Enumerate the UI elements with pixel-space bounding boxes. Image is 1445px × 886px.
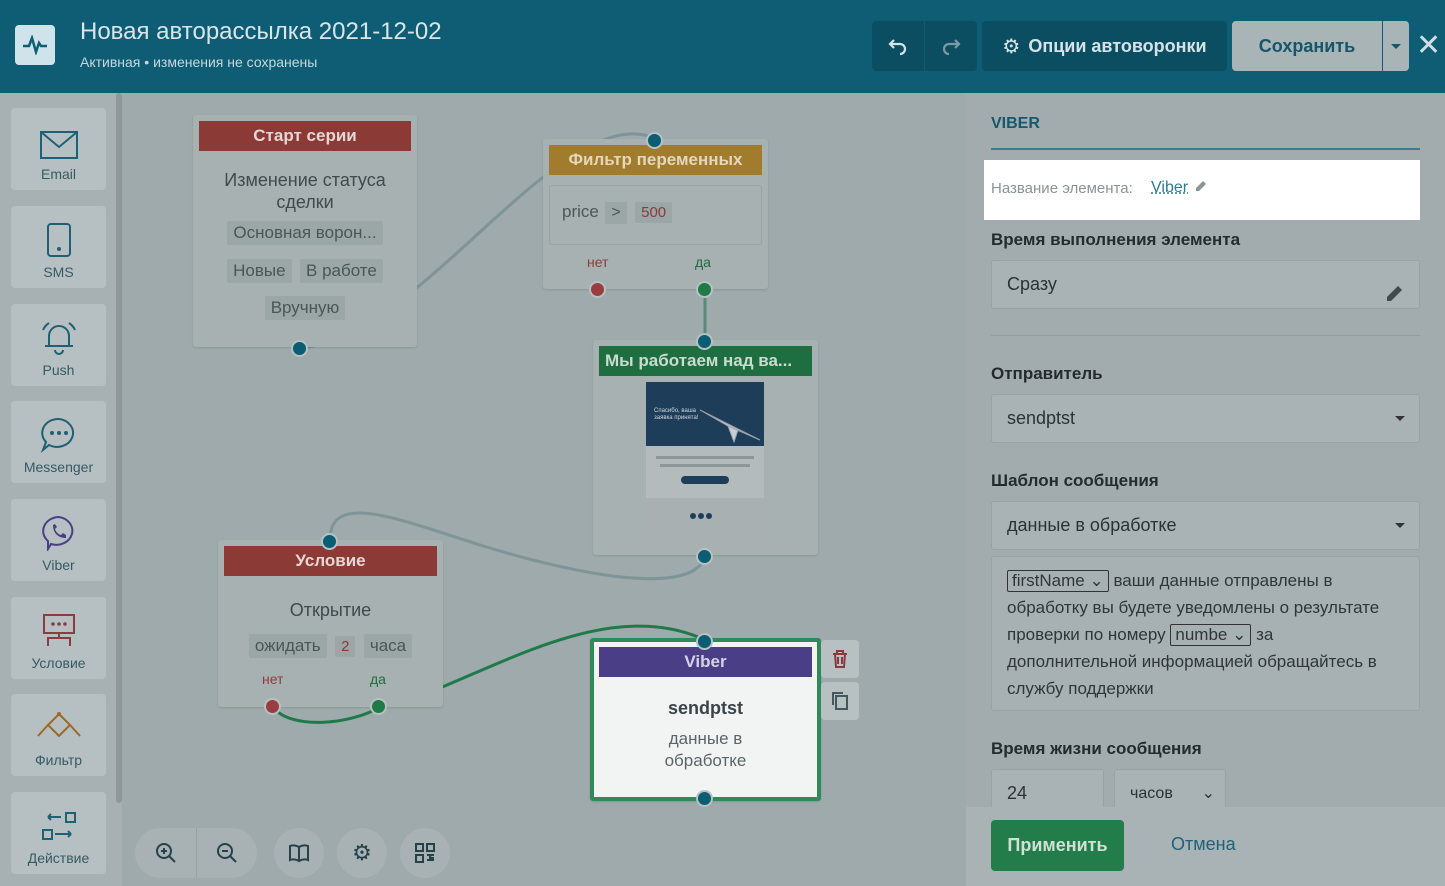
port-filter-no[interactable]: [589, 281, 606, 298]
pencil-icon[interactable]: [1385, 274, 1405, 321]
filter-value: 500: [635, 202, 673, 223]
node-filter[interactable]: Фильтр переменных price > 500 нет да: [543, 139, 768, 289]
port-viber-out[interactable]: [696, 790, 713, 807]
node-filter-title: Фильтр переменных: [549, 145, 762, 175]
filter-no-label: нет: [587, 254, 609, 270]
exec-time-label: Время выполнения элемента: [991, 230, 1241, 249]
node-start[interactable]: Старт серии Изменение статуса сделки Осн…: [193, 115, 417, 347]
close-icon[interactable]: ✕: [1416, 28, 1441, 63]
email-preview: Спасибо, ваша заявка принята!: [646, 382, 764, 542]
port-viber-in[interactable]: [696, 633, 713, 650]
zoom-out-button[interactable]: [197, 842, 257, 864]
node-start-title: Старт серии: [199, 121, 411, 151]
zoom-in-icon: [155, 843, 176, 863]
node-email[interactable]: Мы работаем над ва... Спасибо, ваша заяв…: [593, 340, 818, 555]
chevron-down-icon: [1395, 416, 1405, 421]
cancel-button[interactable]: Отмена: [1171, 834, 1236, 855]
port-email-out[interactable]: [696, 548, 713, 565]
mode-chip: Вручную: [264, 296, 346, 320]
wait-unit-chip: часа: [363, 634, 413, 658]
save-button[interactable]: Сохранить: [1232, 21, 1382, 71]
save-dropdown-button[interactable]: [1383, 21, 1409, 71]
qr-button[interactable]: [400, 828, 450, 878]
node-viber-template: данные в обработке: [664, 729, 747, 770]
element-name-value[interactable]: Viber: [1151, 179, 1188, 197]
node-viber[interactable]: Viber sendptst данные в обработке: [590, 638, 821, 801]
funnel-chip: Основная ворон...: [227, 221, 383, 245]
email-preview-text: Спасибо, ваша заявка принята!: [654, 408, 699, 421]
node-viber-sender: sendptst: [667, 698, 743, 718]
node-start-subtitle: Изменение статуса сделки: [224, 170, 386, 212]
copy-icon: [832, 692, 848, 710]
port-condition-no[interactable]: [264, 698, 281, 715]
panel-footer: Применить Отмена: [966, 807, 1445, 886]
funnel-options-button[interactable]: ⚙ Опции автоворонки: [982, 21, 1227, 71]
sender-select[interactable]: sendptst: [991, 394, 1420, 443]
exec-time-field[interactable]: Сразу: [991, 260, 1420, 309]
delete-node-button[interactable]: [821, 640, 859, 678]
element-name-box: Название элемента: Viber: [984, 160, 1420, 220]
zoom-in-button[interactable]: [136, 842, 196, 864]
wait-num-chip: 2: [335, 636, 356, 657]
wait-chip: ожидать: [248, 634, 327, 658]
filter-var: price: [562, 202, 599, 221]
pencil-icon[interactable]: [1194, 179, 1208, 198]
element-name-label: Название элемента:: [991, 180, 1133, 197]
stage-to-chip: В работе: [300, 259, 383, 283]
stage-from-chip: Новые: [227, 259, 292, 283]
port-filter-yes[interactable]: [696, 281, 713, 298]
node-condition-subtitle: Открытие: [289, 600, 372, 620]
apply-button[interactable]: Применить: [991, 820, 1124, 871]
template-select[interactable]: данные в обработке: [991, 501, 1420, 550]
zoom-controls: [135, 828, 257, 878]
filter-yes-label: да: [695, 254, 711, 270]
trash-icon: [833, 650, 847, 668]
filter-condition-box: price > 500: [549, 185, 762, 245]
help-book-button[interactable]: [274, 828, 324, 878]
condition-yes-label: да: [370, 671, 386, 687]
port-email-in[interactable]: [696, 333, 713, 350]
chevron-down-icon: [1391, 43, 1401, 49]
sender-label: Отправитель: [991, 364, 1103, 383]
template-body: firstName ⌄ ваши данные отправлены в обр…: [991, 556, 1420, 711]
zoom-out-icon: [216, 843, 237, 863]
port-filter-in[interactable]: [646, 132, 663, 149]
chevron-down-icon: [1395, 523, 1405, 528]
paper-plane-icon: [699, 409, 761, 444]
panel-tab-underline: [991, 148, 1420, 150]
port-condition-yes[interactable]: [370, 698, 387, 715]
gear-icon: ⚙: [1002, 35, 1021, 58]
node-condition[interactable]: Условие Открытие ожидать 2 часа нет да: [218, 540, 443, 707]
node-email-title: Мы работаем над ва...: [599, 346, 812, 376]
filter-op: >: [605, 202, 627, 224]
qr-code-icon: [415, 843, 435, 863]
connection-lines: [271, 132, 707, 724]
node-viber-title: Viber: [599, 647, 812, 677]
port-condition-in[interactable]: [321, 533, 338, 550]
element-settings-panel: VIBER Название элемента: Viber Время вып…: [966, 93, 1445, 886]
template-label: Шаблон сообщения: [991, 471, 1159, 490]
template-var-number[interactable]: numbe ⌄: [1170, 624, 1252, 646]
port-start-out[interactable]: [291, 340, 308, 357]
gear-icon: ⚙: [352, 840, 372, 865]
canvas-settings-button[interactable]: ⚙: [337, 828, 387, 878]
book-icon: [289, 844, 309, 863]
connection-condition-no-yes: [271, 705, 381, 724]
copy-node-button[interactable]: [821, 682, 859, 720]
node-condition-title: Условие: [224, 546, 437, 576]
ttl-label: Время жизни сообщения: [991, 739, 1202, 758]
template-var-firstname[interactable]: firstName ⌄: [1007, 570, 1109, 592]
condition-no-label: нет: [262, 671, 284, 687]
panel-tab-viber[interactable]: VIBER: [991, 115, 1040, 133]
